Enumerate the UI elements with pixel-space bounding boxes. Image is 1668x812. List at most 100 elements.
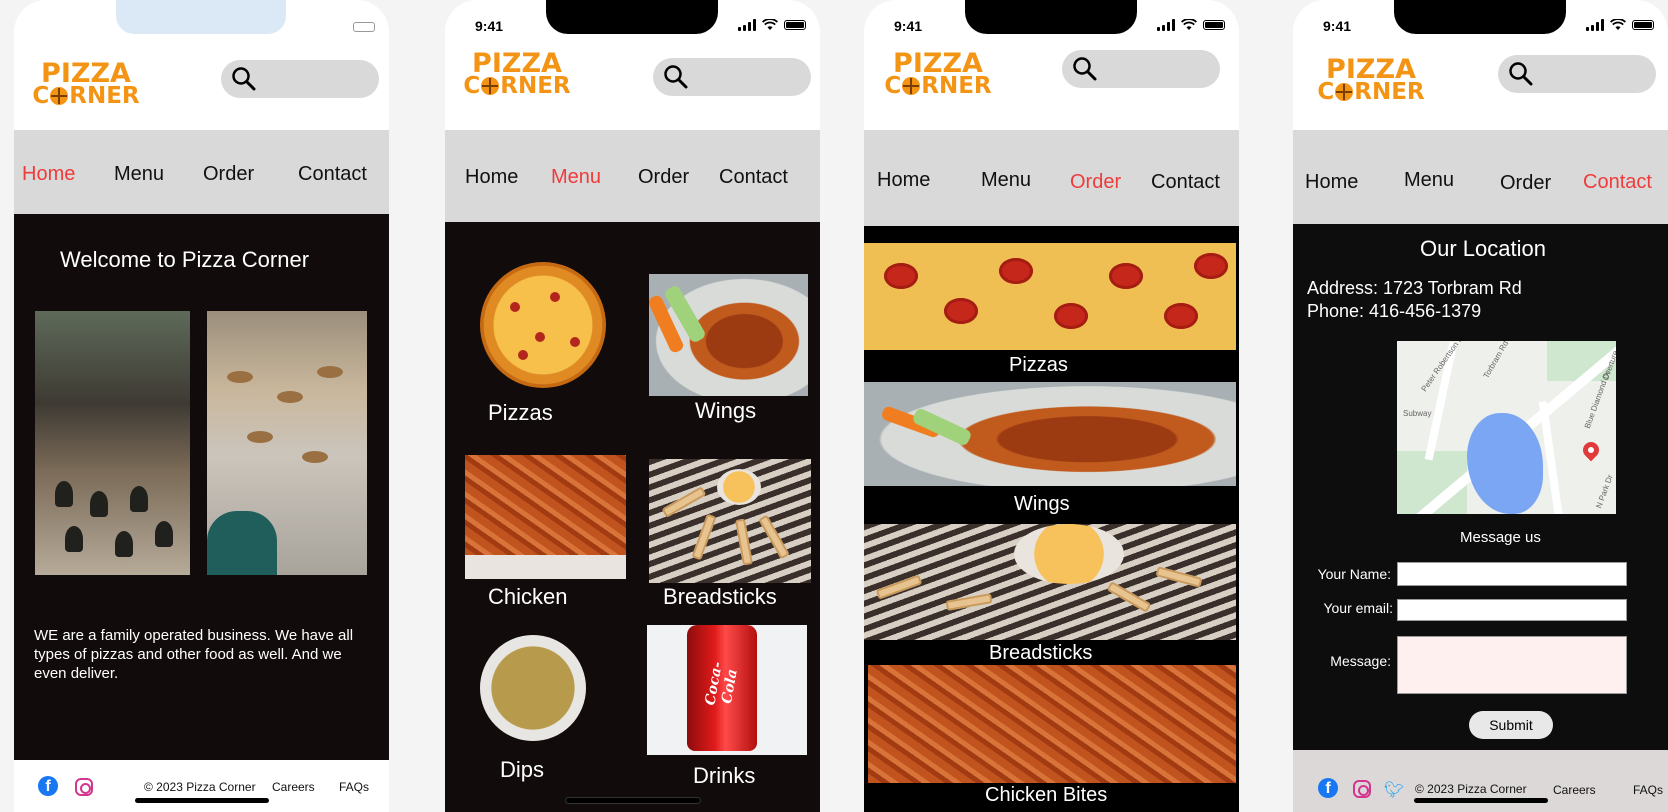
phone-text: Phone: 416-456-1379 bbox=[1307, 301, 1482, 321]
order-breadsticks-image[interactable] bbox=[864, 524, 1236, 640]
order-breadsticks-label[interactable]: Breadsticks bbox=[989, 642, 1092, 665]
search-icon bbox=[1073, 57, 1097, 81]
facebook-icon[interactable]: f bbox=[1318, 778, 1338, 798]
menu-dips-label[interactable]: Dips bbox=[500, 757, 544, 783]
menu-breadsticks-image[interactable] bbox=[649, 459, 811, 583]
menu-grid: Pizzas Wings Chicken Breadsticks Dips Co… bbox=[445, 222, 820, 812]
wifi-icon bbox=[1610, 19, 1626, 30]
nav-order[interactable]: Order bbox=[638, 166, 689, 189]
copyright-text: © 2023 Pizza Corner bbox=[1415, 782, 1527, 796]
submit-button[interactable]: Submit bbox=[1469, 711, 1553, 739]
nav-contact[interactable]: Contact bbox=[719, 166, 788, 189]
home-indicator bbox=[566, 798, 700, 803]
footer: f © 2023 Pizza Corner Careers FAQs bbox=[14, 760, 389, 812]
main-nav: Home Menu Order Contact bbox=[445, 130, 820, 222]
notch bbox=[546, 0, 718, 34]
menu-drinks-label[interactable]: Drinks bbox=[693, 763, 755, 789]
order-pizzas-image[interactable] bbox=[864, 243, 1236, 350]
careers-link[interactable]: Careers bbox=[272, 780, 315, 794]
status-bar bbox=[14, 0, 389, 40]
instagram-icon[interactable] bbox=[75, 778, 93, 796]
nav-contact[interactable]: Contact bbox=[298, 163, 367, 186]
order-list: Pizzas Wings Breadsticks Chicken Bites bbox=[864, 226, 1239, 812]
status-bar: 9:41 bbox=[445, 0, 820, 40]
logo-line2: C RNER bbox=[32, 83, 140, 109]
notch bbox=[965, 0, 1137, 34]
menu-pizzas-label[interactable]: Pizzas bbox=[488, 400, 553, 426]
menu-wings-image[interactable] bbox=[649, 274, 808, 396]
order-chicken-bites-image[interactable] bbox=[868, 665, 1236, 783]
pizza-o-icon bbox=[50, 87, 69, 105]
menu-chicken-image[interactable] bbox=[465, 455, 626, 579]
faqs-link[interactable]: FAQs bbox=[339, 780, 369, 794]
nav-home[interactable]: Home bbox=[1305, 171, 1358, 194]
email-label: Your email: bbox=[1323, 600, 1393, 616]
status-time: 9:41 bbox=[475, 18, 504, 34]
nav-order[interactable]: Order bbox=[1070, 171, 1121, 194]
faqs-link[interactable]: FAQs bbox=[1633, 783, 1663, 797]
signal-icon bbox=[1586, 19, 1604, 31]
order-pizzas-label[interactable]: Pizzas bbox=[1009, 354, 1068, 377]
search-input[interactable] bbox=[1062, 50, 1220, 88]
wifi-icon bbox=[1181, 19, 1197, 30]
nav-order[interactable]: Order bbox=[203, 163, 254, 186]
nav-contact[interactable]: Contact bbox=[1583, 171, 1652, 194]
notch bbox=[1394, 0, 1566, 34]
map-pin-icon bbox=[1579, 438, 1603, 462]
welcome-title: Welcome to Pizza Corner bbox=[60, 247, 310, 272]
restaurant-exterior-photo bbox=[35, 311, 190, 575]
location-map[interactable]: Peter Robertson Blvd Torbram Rd Subway B… bbox=[1397, 341, 1616, 514]
brand-logo[interactable]: PIZZA C RNER bbox=[457, 50, 577, 100]
order-chicken-bites-label[interactable]: Chicken Bites bbox=[985, 784, 1107, 807]
search-input[interactable] bbox=[1498, 55, 1656, 93]
message-field[interactable] bbox=[1397, 636, 1627, 694]
signal-icon bbox=[1157, 19, 1175, 31]
menu-pizzas-image[interactable] bbox=[480, 262, 606, 388]
brand-logo[interactable]: PIZZA C RNER bbox=[1311, 56, 1431, 106]
nav-menu[interactable]: Menu bbox=[981, 169, 1031, 192]
search-input[interactable] bbox=[221, 60, 379, 98]
menu-breadsticks-label[interactable]: Breadsticks bbox=[663, 584, 777, 610]
battery-icon bbox=[784, 20, 806, 30]
wifi-icon bbox=[762, 19, 778, 30]
nav-menu[interactable]: Menu bbox=[551, 166, 601, 189]
home-screen: PIZZA C RNER Home Menu Order Contact Welc… bbox=[14, 0, 389, 812]
nav-menu[interactable]: Menu bbox=[1404, 169, 1454, 192]
search-icon bbox=[664, 65, 688, 89]
email-field[interactable] bbox=[1397, 599, 1627, 621]
order-screen: 9:41 PIZZA C RNER Home Menu Order Contact… bbox=[864, 0, 1239, 812]
nav-home[interactable]: Home bbox=[465, 166, 518, 189]
brand-logo[interactable]: PIZZA C RNER bbox=[878, 50, 998, 100]
name-field[interactable] bbox=[1397, 562, 1627, 586]
twitter-icon[interactable]: 🐦︎ bbox=[1384, 780, 1404, 800]
menu-wings-label[interactable]: Wings bbox=[695, 398, 756, 424]
message-label: Message: bbox=[1330, 653, 1391, 669]
name-label: Your Name: bbox=[1317, 566, 1391, 582]
nav-menu[interactable]: Menu bbox=[114, 163, 164, 186]
nav-order[interactable]: Order bbox=[1500, 172, 1551, 195]
about-text: WE are a family operated business. We ha… bbox=[34, 627, 354, 682]
menu-chicken-label[interactable]: Chicken bbox=[488, 584, 567, 610]
battery-icon bbox=[1203, 20, 1225, 30]
brand-logo[interactable]: PIZZA C RNER bbox=[26, 60, 146, 110]
menu-dips-image[interactable] bbox=[480, 635, 586, 741]
pizza-o-icon bbox=[1335, 83, 1354, 101]
order-wings-label[interactable]: Wings bbox=[1014, 493, 1070, 516]
careers-link[interactable]: Careers bbox=[1553, 783, 1596, 797]
signal-icon bbox=[738, 19, 756, 31]
nav-contact[interactable]: Contact bbox=[1151, 171, 1220, 194]
menu-drinks-image[interactable]: Coca-Cola bbox=[647, 625, 807, 755]
restaurant-interior-photo bbox=[207, 311, 367, 575]
search-input[interactable] bbox=[653, 58, 811, 96]
message-us-heading: Message us bbox=[1460, 529, 1541, 546]
contact-screen: 9:41 PIZZA C RNER Home Menu Order Contact… bbox=[1293, 0, 1668, 812]
status-time: 9:41 bbox=[894, 18, 923, 34]
nav-home[interactable]: Home bbox=[877, 169, 930, 192]
instagram-icon[interactable] bbox=[1353, 780, 1371, 798]
facebook-icon[interactable]: f bbox=[38, 776, 58, 796]
nav-home[interactable]: Home bbox=[22, 163, 75, 186]
status-bar: 9:41 bbox=[864, 0, 1239, 40]
copyright-text: © 2023 Pizza Corner bbox=[144, 780, 256, 794]
location-title: Our Location bbox=[1420, 236, 1546, 261]
order-wings-image[interactable] bbox=[864, 382, 1236, 486]
